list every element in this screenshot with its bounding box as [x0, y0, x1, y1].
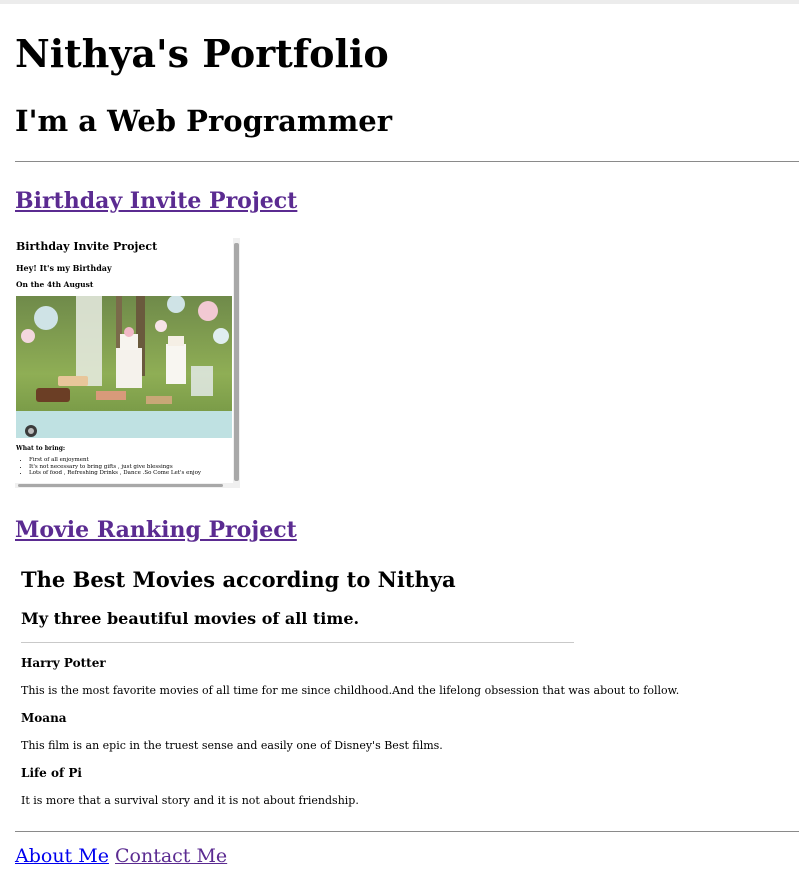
window-top-edge: [0, 0, 799, 4]
movie-divider: [21, 642, 574, 643]
movie-name: Harry Potter: [21, 656, 106, 670]
movie-preview-frame[interactable]: The Best Movies according to Nithya My t…: [15, 555, 679, 820]
preview-bring-label: What to bring:: [16, 445, 66, 452]
contact-me-link[interactable]: Contact Me: [115, 845, 227, 867]
preview-heading: Hey! It's my Birthday: [16, 263, 112, 273]
divider-top: [15, 161, 799, 162]
movie-description: This is the most favorite movies of all …: [21, 684, 680, 697]
preview-title: Birthday Invite Project: [16, 240, 158, 253]
footer-nav: About Me Contact Me: [15, 845, 227, 867]
list-item: Lots of food , Refreshing Drinks , Dance…: [29, 470, 201, 477]
preview-bring-list: First of all enjoyment It's not necessar…: [22, 457, 201, 477]
scrollbar-thumb[interactable]: [18, 484, 223, 487]
page-title: Nithya's Portfolio: [15, 31, 389, 76]
movie-preview-title: The Best Movies according to Nithya: [21, 567, 456, 592]
party-photo: [16, 296, 232, 438]
preview-date: On the 4th August: [16, 280, 94, 289]
scrollbar-thumb[interactable]: [234, 243, 239, 481]
movie-description: This film is an epic in the truest sense…: [21, 739, 443, 752]
movie-preview-subtitle: My three beautiful movies of all time.: [21, 609, 360, 628]
vertical-scrollbar[interactable]: [233, 238, 240, 488]
birthday-project-link[interactable]: Birthday Invite Project: [15, 188, 297, 214]
birthday-preview-frame[interactable]: Birthday Invite Project Hey! It's my Bir…: [15, 238, 240, 488]
about-me-link[interactable]: About Me: [15, 845, 109, 867]
page-subtitle: I'm a Web Programmer: [15, 104, 393, 138]
divider-bottom: [15, 831, 799, 832]
horizontal-scrollbar[interactable]: [15, 483, 233, 488]
movie-name: Life of Pi: [21, 766, 82, 780]
movie-project-link[interactable]: Movie Ranking Project: [15, 517, 297, 543]
movie-description: It is more that a survival story and it …: [21, 794, 359, 807]
movie-name: Moana: [21, 711, 67, 725]
